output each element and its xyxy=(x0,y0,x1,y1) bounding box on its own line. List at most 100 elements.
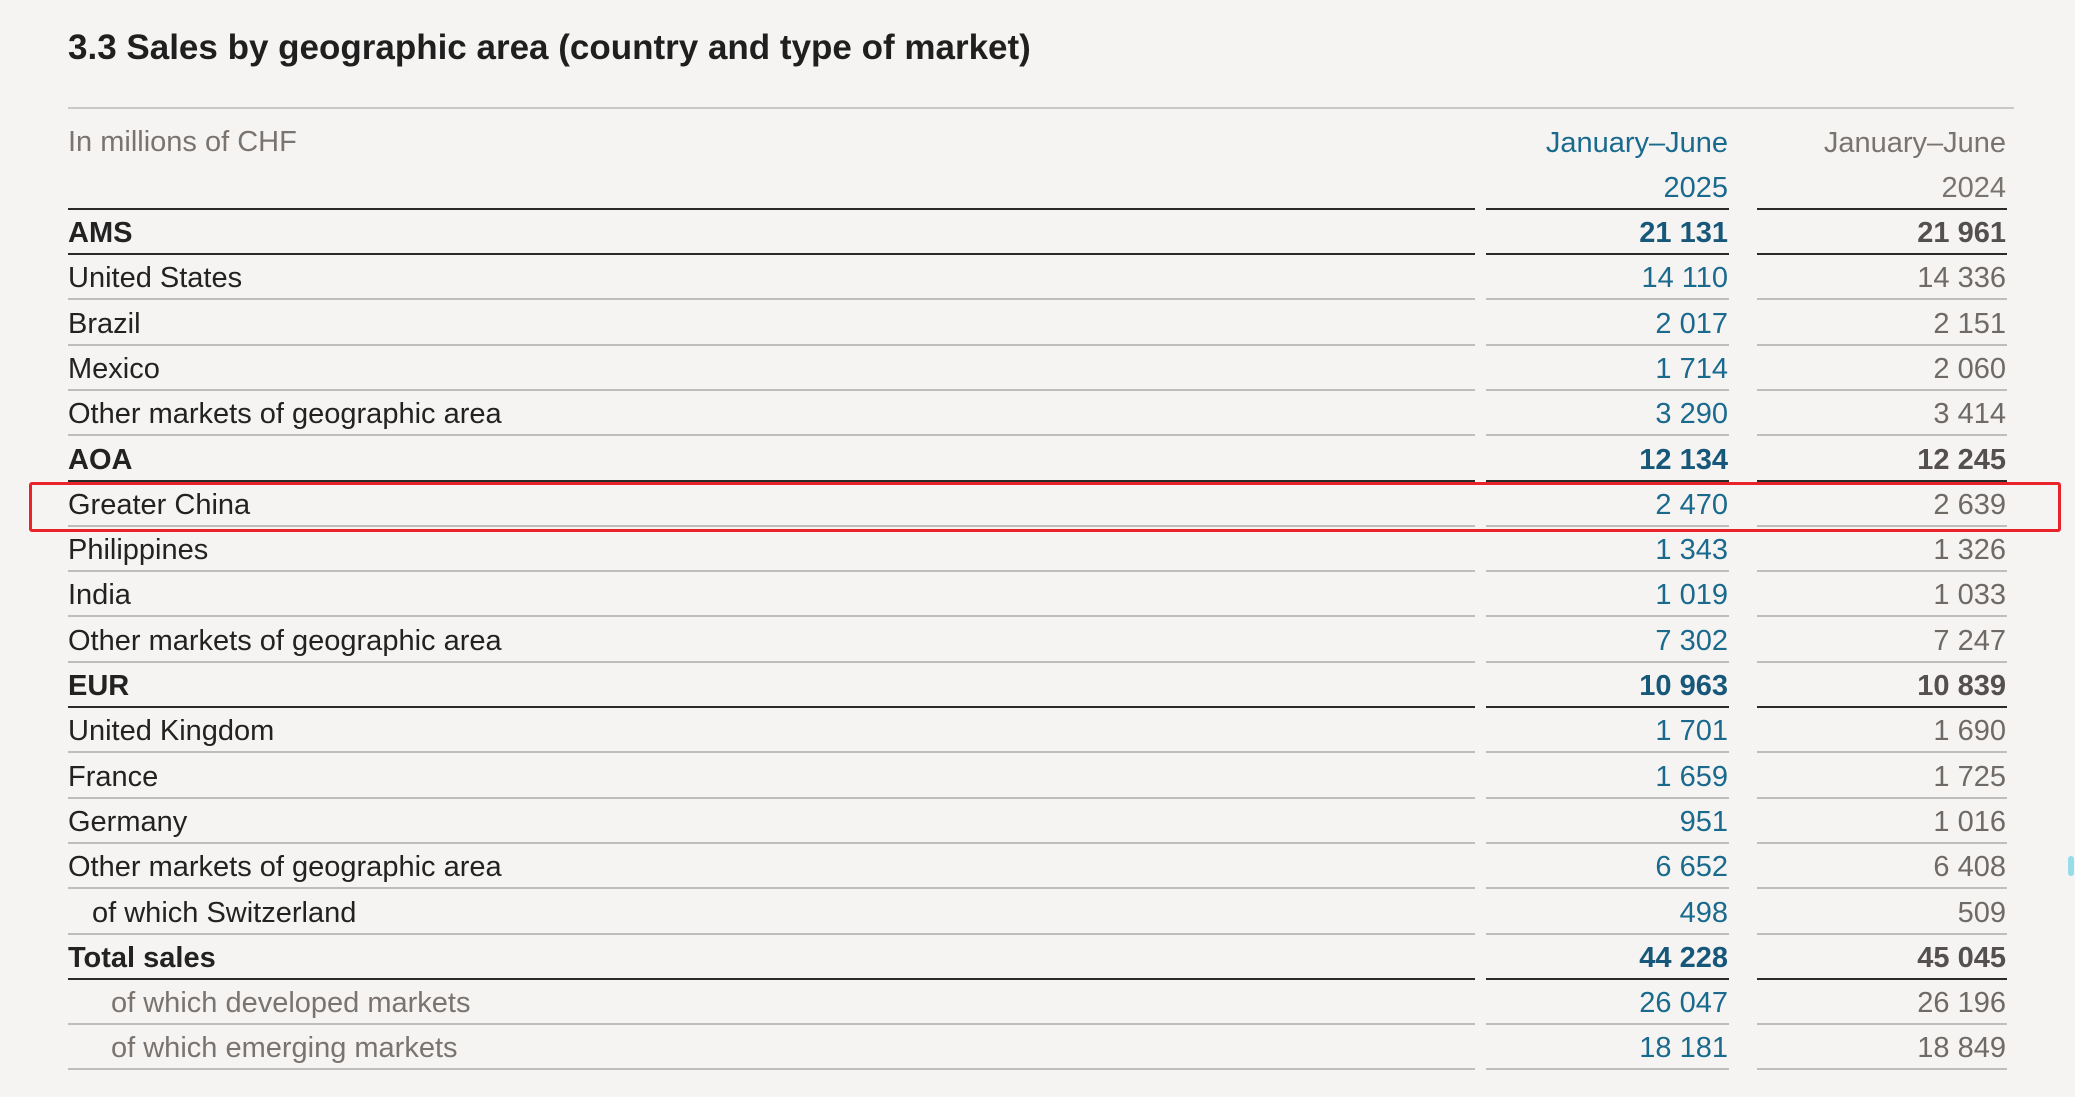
row-label: Other markets of geographic area xyxy=(68,851,502,883)
row-rule-prev xyxy=(1757,978,2007,980)
row-rule-cur xyxy=(1486,933,1729,935)
value-2025: 14 110 xyxy=(1641,262,1728,294)
row-label: Total sales xyxy=(68,942,216,974)
row-rule-label xyxy=(68,1023,1475,1025)
row-rule-cur xyxy=(1486,253,1729,255)
table-row: Other markets of geographic area 3 290 3 4… xyxy=(0,392,2075,437)
value-2024: 2 639 xyxy=(1933,489,2006,521)
row-rule-prev xyxy=(1757,344,2007,346)
value-2025: 951 xyxy=(1679,806,1728,838)
row-rule-cur xyxy=(1486,480,1729,482)
row-rule-label xyxy=(68,570,1475,572)
value-2025: 1 714 xyxy=(1655,353,1728,385)
row-rule-prev xyxy=(1757,797,2007,799)
header-rule-prev xyxy=(1757,208,2007,210)
value-2025: 1 343 xyxy=(1655,534,1728,566)
value-2024: 509 xyxy=(1957,897,2006,929)
table-row: Greater China 2 470 2 639 xyxy=(0,483,2075,528)
row-rule-label xyxy=(68,797,1475,799)
value-2024: 26 196 xyxy=(1917,987,2006,1019)
value-2025: 6 652 xyxy=(1655,851,1728,883)
row-rule-label xyxy=(68,434,1475,436)
value-2024: 12 245 xyxy=(1917,444,2006,476)
value-2025: 26 047 xyxy=(1639,987,1728,1019)
row-rule-label xyxy=(68,525,1475,527)
value-2024: 1 326 xyxy=(1933,534,2006,566)
column-header-2024-year: 2024 xyxy=(1941,172,2006,204)
value-2025: 7 302 xyxy=(1655,625,1728,657)
value-2025: 1 019 xyxy=(1655,579,1728,611)
table-row: United Kingdom 1 701 1 690 xyxy=(0,709,2075,754)
table-row: Philippines 1 343 1 326 xyxy=(0,528,2075,573)
row-rule-cur xyxy=(1486,298,1729,300)
value-2024: 2 151 xyxy=(1933,308,2006,340)
row-rule-label xyxy=(68,389,1475,391)
row-rule-prev xyxy=(1757,253,2007,255)
row-label: of which Switzerland xyxy=(92,897,357,929)
table-row: Total sales 44 228 45 045 xyxy=(0,936,2075,981)
table-title: 3.3 Sales by geographic area (country an… xyxy=(68,28,1031,67)
table-row: Other markets of geographic area 6 652 6 4… xyxy=(0,845,2075,890)
row-label: Greater China xyxy=(68,489,251,521)
table-row: Germany 951 1 016 xyxy=(0,800,2075,845)
value-2025: 44 228 xyxy=(1639,942,1728,974)
value-2025: 498 xyxy=(1679,897,1728,929)
row-rule-label xyxy=(68,1068,1475,1070)
row-rule-prev xyxy=(1757,615,2007,617)
table-row: Brazil 2 017 2 151 xyxy=(0,302,2075,347)
value-2025: 3 290 xyxy=(1655,398,1728,430)
column-header-2024: January–June 2024 xyxy=(1824,121,2006,211)
row-rule-cur xyxy=(1486,1023,1729,1025)
table-row: of which developed markets 26 047 26 196 xyxy=(0,981,2075,1026)
value-2024: 6 408 xyxy=(1933,851,2006,883)
row-rule-cur xyxy=(1486,797,1729,799)
table-row: Mexico 1 714 2 060 xyxy=(0,347,2075,392)
row-label: AMS xyxy=(68,217,133,249)
row-rule-cur xyxy=(1486,887,1729,889)
value-2024: 45 045 xyxy=(1917,942,2006,974)
row-rule-prev xyxy=(1757,661,2007,663)
table-row: EUR 10 963 10 839 xyxy=(0,664,2075,709)
row-rule-prev xyxy=(1757,842,2007,844)
row-rule-cur xyxy=(1486,751,1729,753)
value-2025: 10 963 xyxy=(1639,670,1728,702)
row-rule-cur xyxy=(1486,525,1729,527)
row-rule-cur xyxy=(1486,1068,1729,1070)
row-rule-cur xyxy=(1486,434,1729,436)
row-rule-cur xyxy=(1486,570,1729,572)
table-row: France 1 659 1 725 xyxy=(0,755,2075,800)
row-rule-prev xyxy=(1757,1068,2007,1070)
row-rule-cur xyxy=(1486,661,1729,663)
table-row: of which emerging markets 18 181 18 849 xyxy=(0,1026,2075,1071)
row-rule-label xyxy=(68,480,1475,482)
row-rule-label xyxy=(68,933,1475,935)
row-rule-prev xyxy=(1757,1023,2007,1025)
row-rule-prev xyxy=(1757,480,2007,482)
value-2025: 1 701 xyxy=(1655,715,1728,747)
row-label: India xyxy=(68,579,131,611)
row-rule-label xyxy=(68,842,1475,844)
row-label: Other markets of geographic area xyxy=(68,398,502,430)
row-rule-label xyxy=(68,344,1475,346)
column-header-2025-period: January–June xyxy=(1545,127,1728,159)
value-2024: 21 961 xyxy=(1917,217,2006,249)
row-rule-cur xyxy=(1486,706,1729,708)
row-rule-label xyxy=(68,887,1475,889)
column-header-2024-period: January–June xyxy=(1823,127,2006,159)
row-rule-label xyxy=(68,978,1475,980)
value-2024: 14 336 xyxy=(1917,262,2006,294)
row-rule-label xyxy=(68,706,1475,708)
row-rule-prev xyxy=(1757,706,2007,708)
row-rule-label xyxy=(68,253,1475,255)
value-2025: 1 659 xyxy=(1655,761,1728,793)
row-rule-prev xyxy=(1757,525,2007,527)
value-2025: 21 131 xyxy=(1639,217,1728,249)
units-label: In millions of CHF xyxy=(68,126,297,158)
value-2025: 2 470 xyxy=(1655,489,1728,521)
row-label: United States xyxy=(68,262,243,294)
value-2024: 18 849 xyxy=(1917,1032,2006,1064)
row-rule-cur xyxy=(1486,344,1729,346)
value-2025: 2 017 xyxy=(1655,308,1728,340)
value-2025: 18 181 xyxy=(1639,1032,1728,1064)
row-rule-prev xyxy=(1757,298,2007,300)
